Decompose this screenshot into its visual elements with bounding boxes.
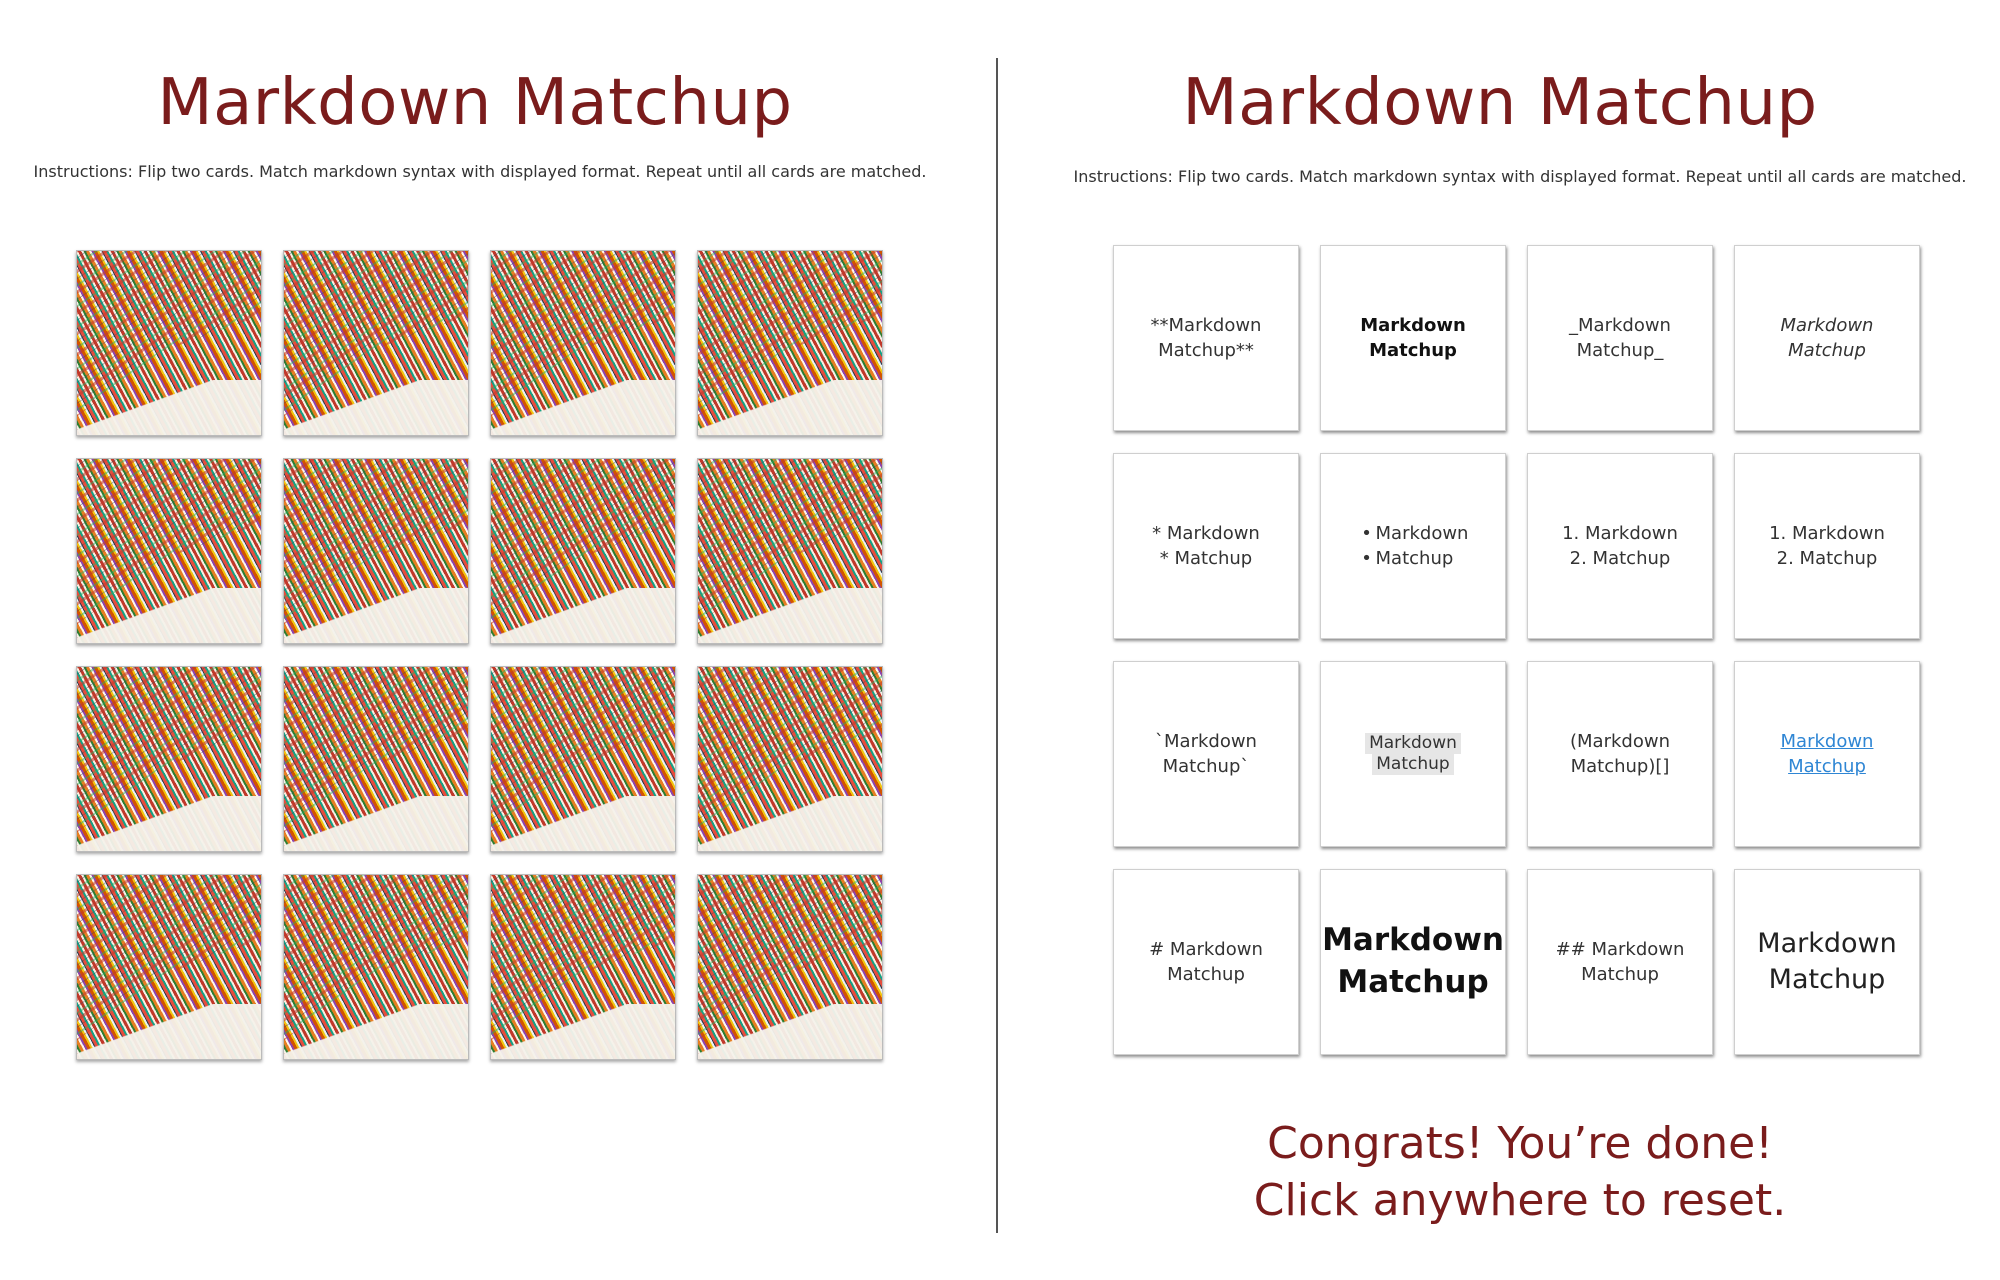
card-grid: **Markdown Matchup** Markdown Matchup _M… — [1113, 245, 1923, 1055]
bullet-icon: • — [1361, 548, 1372, 569]
right-game-panel[interactable]: Markdown Matchup Instructions: Flip two … — [1000, 0, 2000, 1280]
card-back[interactable] — [283, 458, 469, 644]
code-line: Matchup — [1372, 754, 1454, 776]
card-back[interactable] — [490, 666, 676, 852]
card-bold-rendered[interactable]: Markdown Matchup — [1320, 245, 1506, 431]
instructions-text: Instructions: Flip two cards. Match mark… — [1073, 167, 1967, 186]
card-back[interactable] — [76, 250, 262, 436]
card-back[interactable] — [283, 666, 469, 852]
card-text: 1. Markdown 2. Matchup — [1562, 522, 1678, 569]
card-text: Markdown Matchup — [1780, 314, 1874, 361]
card-numbered-list-syntax[interactable]: 1. Markdown 2. Matchup — [1527, 453, 1713, 639]
card-back[interactable] — [697, 458, 883, 644]
card-text: Markdown Matchup — [1322, 922, 1504, 1000]
card-link-syntax[interactable]: (Markdown Matchup)[] — [1527, 661, 1713, 847]
card-text: `Markdown Matchup` — [1155, 730, 1257, 777]
link-text[interactable]: Markdown Matchup — [1781, 729, 1874, 779]
card-grid — [76, 250, 886, 1060]
card-italic-rendered[interactable]: Markdown Matchup — [1734, 245, 1920, 431]
card-back[interactable] — [283, 250, 469, 436]
panel-divider — [996, 58, 998, 1233]
card-text: # Markdown Matchup — [1149, 938, 1263, 985]
card-text: (Markdown Matchup)[] — [1570, 730, 1670, 777]
card-back[interactable] — [283, 874, 469, 1060]
card-text: _Markdown Matchup_ — [1569, 314, 1671, 361]
card-back[interactable] — [697, 874, 883, 1060]
list-item: Matchup — [1375, 548, 1454, 569]
card-text: Markdown Matchup — [1757, 927, 1897, 995]
card-h2-rendered[interactable]: Markdown Matchup — [1734, 869, 1920, 1055]
card-back[interactable] — [76, 874, 262, 1060]
bullet-list: • Markdown • Matchup — [1358, 521, 1469, 571]
card-h2-syntax[interactable]: ## Markdown Matchup — [1527, 869, 1713, 1055]
code-line: Markdown — [1365, 732, 1461, 754]
reset-hint: Click anywhere to reset. — [1253, 1175, 1787, 1227]
card-back[interactable] — [490, 458, 676, 644]
card-bold-syntax[interactable]: **Markdown Matchup** — [1113, 245, 1299, 431]
card-back[interactable] — [697, 250, 883, 436]
card-back[interactable] — [697, 666, 883, 852]
bullet-icon: • — [1361, 522, 1372, 544]
code-block: Markdown Matchup — [1365, 732, 1461, 776]
card-italic-syntax[interactable]: _Markdown Matchup_ — [1527, 245, 1713, 431]
card-text: * Markdown * Matchup — [1152, 522, 1260, 569]
card-text: **Markdown Matchup** — [1150, 314, 1262, 361]
card-bullet-list-rendered[interactable]: • Markdown • Matchup — [1320, 453, 1506, 639]
page-title: Markdown Matchup — [157, 66, 793, 140]
card-code-rendered[interactable]: Markdown Matchup — [1320, 661, 1506, 847]
card-code-syntax[interactable]: `Markdown Matchup` — [1113, 661, 1299, 847]
card-back[interactable] — [76, 458, 262, 644]
card-back[interactable] — [490, 874, 676, 1060]
card-h1-rendered[interactable]: Markdown Matchup — [1320, 869, 1506, 1055]
congrats-line: Congrats! You’re done! — [1267, 1118, 1773, 1169]
card-link-rendered[interactable]: Markdown Matchup — [1734, 661, 1920, 847]
card-text: Markdown Matchup — [1360, 314, 1466, 361]
congrats-message[interactable]: Congrats! You’re done! Click anywhere to… — [1000, 1115, 2000, 1229]
card-text: 1. Markdown 2. Matchup — [1769, 522, 1885, 569]
card-back[interactable] — [76, 666, 262, 852]
card-h1-syntax[interactable]: # Markdown Matchup — [1113, 869, 1299, 1055]
card-back[interactable] — [490, 250, 676, 436]
instructions-text: Instructions: Flip two cards. Match mark… — [33, 162, 927, 181]
left-game-panel: Markdown Matchup Instructions: Flip two … — [0, 0, 995, 1280]
page-title: Markdown Matchup — [1182, 66, 1818, 140]
list-item: Markdown — [1375, 522, 1469, 544]
card-numbered-list-rendered[interactable]: 1. Markdown 2. Matchup — [1734, 453, 1920, 639]
card-text: ## Markdown Matchup — [1555, 938, 1685, 985]
card-bullet-list-syntax[interactable]: * Markdown * Matchup — [1113, 453, 1299, 639]
